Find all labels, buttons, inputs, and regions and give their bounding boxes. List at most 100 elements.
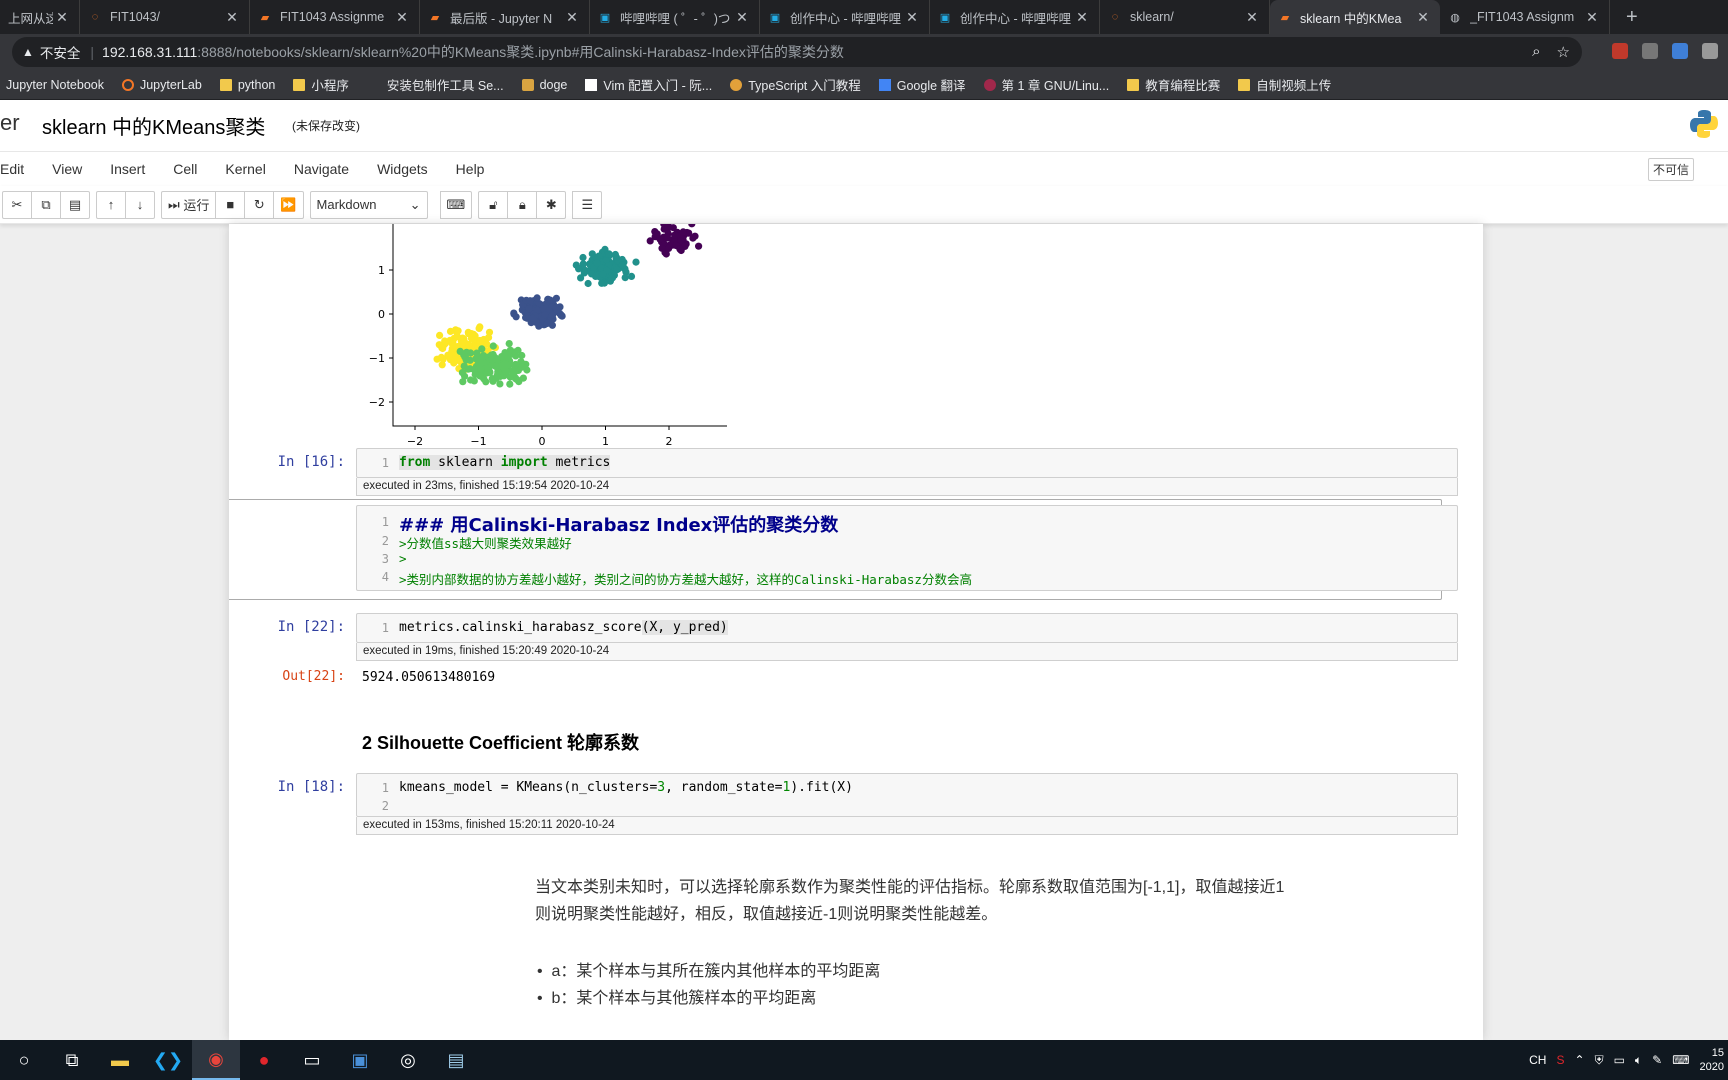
menu-navigate[interactable]: Navigate xyxy=(280,161,363,177)
extension-icon[interactable] xyxy=(1642,43,1658,59)
run-button[interactable]: ⏭ 运行 xyxy=(161,190,217,219)
bookmark[interactable]: 安装包制作工具 Se... xyxy=(387,75,504,94)
extension-icon[interactable] xyxy=(1672,43,1688,59)
asterisk-icon[interactable]: ✱ xyxy=(536,190,567,219)
tab-title: 最后版 - Jupyter N xyxy=(450,11,553,26)
tab-title: 哔哩哔哩 ( ゜- ゜)つ xyxy=(620,11,731,26)
menu-widgets[interactable]: Widgets xyxy=(363,161,442,177)
menu-view[interactable]: View xyxy=(38,161,96,177)
menu-help[interactable]: Help xyxy=(442,161,499,177)
bookmark[interactable]: doge xyxy=(521,78,567,92)
list-icon[interactable]: ☰ xyxy=(572,190,603,219)
browser-tab[interactable]: ▰ 最后版 - Jupyter N ✕ xyxy=(420,0,590,34)
markdown-input[interactable]: 1 ### 用Calinski-Harabasz Index评估的聚类分数 2 … xyxy=(356,505,1458,591)
python-logo-icon xyxy=(1690,110,1718,138)
code-input[interactable]: 1 kmeans_model = KMeans(n_clusters=3, ra… xyxy=(356,773,1458,817)
menu-kernel[interactable]: Kernel xyxy=(211,161,279,177)
browser-tab[interactable]: ◍ _FIT1043 Assignm ✕ xyxy=(1440,0,1610,34)
trust-indicator[interactable]: 不可信 xyxy=(1647,158,1694,181)
tab-close-icon[interactable]: ✕ xyxy=(1414,9,1432,26)
x-tick-label: −1 xyxy=(470,435,486,448)
bookmark[interactable]: 小程序 xyxy=(293,75,349,94)
pen-icon[interactable]: ✎ xyxy=(1652,1053,1662,1067)
tab-close-icon[interactable]: ✕ xyxy=(223,9,241,26)
chevron-up-icon[interactable]: ⌃ xyxy=(1575,1053,1585,1067)
bookmark[interactable]: 自制视频上传 xyxy=(1238,75,1331,94)
tab-close-icon[interactable]: ✕ xyxy=(393,9,411,26)
extension-icon[interactable] xyxy=(1702,43,1718,59)
browser-tab[interactable]: 上网从这里 ✕ xyxy=(0,0,80,34)
browser-tab-active[interactable]: ▰ sklearn 中的KMea ✕ xyxy=(1270,0,1440,34)
tab-close-icon[interactable]: ✕ xyxy=(1243,9,1261,26)
new-tab-icon[interactable]: + xyxy=(1626,0,1638,34)
browser-tab[interactable]: ◌ sklearn/ ✕ xyxy=(1100,0,1270,34)
obs-icon[interactable]: ◎ xyxy=(384,1040,432,1080)
execution-info: executed in 23ms, finished 15:19:54 2020… xyxy=(356,478,1458,496)
move-down-icon[interactable]: ↓ xyxy=(125,190,155,219)
zoom-icon[interactable]: ⌕ xyxy=(1532,43,1540,61)
cut-icon[interactable]: ✂ xyxy=(2,190,32,219)
paste-icon[interactable]: ▤ xyxy=(60,190,90,219)
browser-tab[interactable]: ▣ 哔哩哔哩 ( ゜- ゜)つ ✕ xyxy=(590,0,760,34)
code-input[interactable]: 1 metrics.calinski_harabasz_score(X, y_p… xyxy=(356,613,1458,643)
vscode-icon[interactable]: ❮❯ xyxy=(144,1040,192,1080)
restart-icon[interactable]: ↻ xyxy=(244,190,275,219)
execution-info: executed in 19ms, finished 15:20:49 2020… xyxy=(356,643,1458,661)
netease-icon[interactable]: ● xyxy=(240,1040,288,1080)
cell-type-select[interactable]: Markdown ⌄ xyxy=(309,190,428,219)
jupyter-logo[interactable]: er xyxy=(0,110,20,136)
bookmark[interactable]: Vim 配置入门 - 阮... xyxy=(585,75,712,94)
menu-cell[interactable]: Cell xyxy=(159,161,211,177)
lock-icon[interactable]: 🔒︎ xyxy=(507,190,538,219)
tab-title: sklearn/ xyxy=(1130,10,1174,24)
clock[interactable]: 15 2020 xyxy=(1700,1046,1724,1074)
browser-tab[interactable]: ◌ FIT1043/ ✕ xyxy=(80,0,250,34)
bookmark[interactable]: 第 1 章 GNU/Linu... xyxy=(983,75,1109,94)
tab-close-icon[interactable]: ✕ xyxy=(1583,9,1601,26)
bookmark[interactable]: python xyxy=(219,78,275,92)
file-explorer-icon[interactable]: ▬ xyxy=(96,1040,144,1080)
chrome-icon[interactable]: ◉ xyxy=(192,1040,240,1080)
bookmark[interactable]: TypeScript 入门教程 xyxy=(730,75,861,94)
browser-tab[interactable]: ▰ FIT1043 Assignme ✕ xyxy=(250,0,420,34)
menu-insert[interactable]: Insert xyxy=(96,161,159,177)
clock-date: 2020 xyxy=(1699,1061,1724,1073)
tab-close-icon[interactable]: ✕ xyxy=(733,9,751,26)
code-input[interactable]: 1 from sklearn import metrics xyxy=(356,448,1458,478)
notebook-title[interactable]: sklearn 中的KMeans聚类 xyxy=(42,111,265,140)
security-label[interactable]: 不安全 xyxy=(40,42,81,62)
tab-close-icon[interactable]: ✕ xyxy=(1073,9,1091,26)
copy-icon[interactable]: ⧉ xyxy=(31,190,61,219)
task-view-icon[interactable]: ⧉ xyxy=(48,1040,96,1080)
browser-tab[interactable]: ▣ 创作中心 - 哔哩哔哩 ✕ xyxy=(760,0,930,34)
terminal-icon[interactable]: ▭ xyxy=(288,1040,336,1080)
app-icon[interactable]: ▣ xyxy=(336,1040,384,1080)
tab-close-icon[interactable]: ✕ xyxy=(563,9,581,26)
typescript-icon xyxy=(730,78,743,91)
bookmark[interactable]: Google 翻译 xyxy=(878,75,966,94)
bookmark[interactable]: Jupyter Notebook xyxy=(6,78,104,92)
notepad-icon[interactable]: ▤ xyxy=(432,1040,480,1080)
browser-tab[interactable]: ▣ 创作中心 - 哔哩哔哩 ✕ xyxy=(930,0,1100,34)
extension-icon[interactable] xyxy=(1612,43,1628,59)
tab-close-icon[interactable]: ✕ xyxy=(903,9,921,26)
ime-indicator[interactable]: CH xyxy=(1529,1053,1546,1067)
network-icon[interactable]: ▭ xyxy=(1614,1053,1625,1067)
sogou-icon[interactable]: S xyxy=(1556,1053,1564,1067)
bookmark[interactable]: JupyterLab xyxy=(121,78,202,92)
tab-close-icon[interactable]: ✕ xyxy=(53,9,71,26)
move-up-icon[interactable]: ↑ xyxy=(96,190,126,219)
stop-icon[interactable]: ■ xyxy=(215,190,246,219)
speaker-icon[interactable]: 🔈︎ xyxy=(1635,1053,1642,1068)
star-icon[interactable]: ☆ xyxy=(1557,43,1570,61)
search-icon[interactable]: ○ xyxy=(0,1040,48,1080)
url-field[interactable]: ▲ 不安全 | 192.168.31.111 :8888/notebooks/s… xyxy=(12,37,1582,67)
code-line: 1 metrics.calinski_harabasz_score(X, y_p… xyxy=(357,620,1457,638)
menu-edit[interactable]: Edit xyxy=(0,161,38,177)
keyboard-icon[interactable]: ⌨ xyxy=(439,190,473,219)
shield-icon[interactable]: ⛨ xyxy=(1595,1053,1604,1068)
bookmark[interactable]: 教育编程比赛 xyxy=(1127,75,1220,94)
fast-forward-icon[interactable]: ⏩ xyxy=(273,190,304,219)
keyboard-icon[interactable]: ⌨ xyxy=(1672,1053,1689,1067)
unlock-icon[interactable]: 🔓︎ xyxy=(478,190,509,219)
